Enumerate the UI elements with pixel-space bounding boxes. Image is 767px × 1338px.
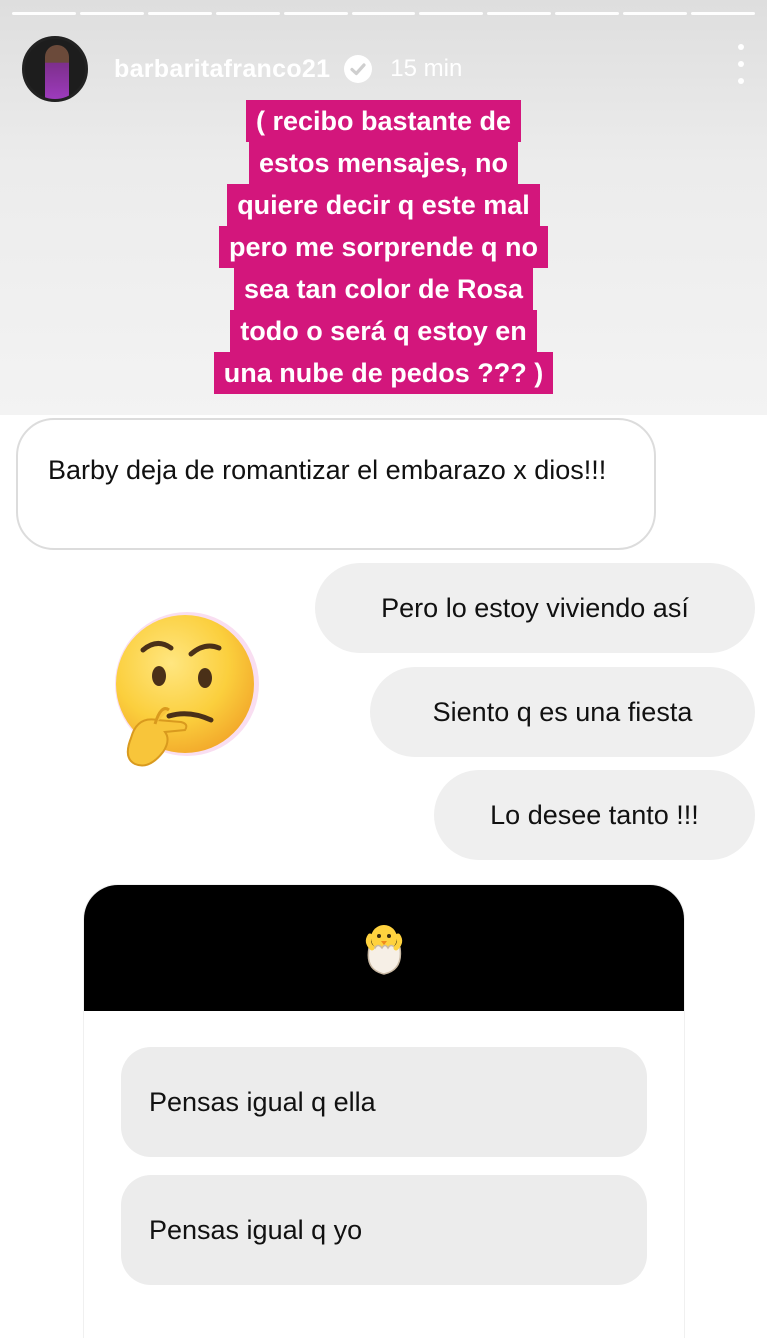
caption-line: sea tan color de Rosa	[233, 268, 534, 310]
progress-segment	[351, 12, 416, 15]
answer-option[interactable]: Pensas igual q yo	[121, 1175, 647, 1285]
username[interactable]: barbaritafranco21	[114, 55, 330, 84]
progress-segment	[623, 12, 688, 15]
more-options-icon[interactable]	[735, 44, 747, 84]
verified-badge-icon	[344, 55, 373, 83]
hatching-chick-icon	[365, 925, 403, 975]
question-sticker-header	[84, 885, 684, 1011]
outgoing-message: Siento q es una fiesta	[370, 667, 755, 757]
story-header: barbaritafranco21 15 min	[22, 34, 747, 104]
story-progress-bar	[12, 12, 755, 16]
avatar[interactable]	[22, 36, 88, 102]
progress-segment	[12, 12, 76, 15]
progress-segment	[283, 12, 348, 15]
progress-segment	[79, 12, 144, 15]
story-caption: ( recibo bastante de estos mensajes, no qu…	[0, 100, 767, 394]
caption-line: ( recibo bastante de	[245, 100, 522, 142]
incoming-message: Barby deja de romantizar el embarazo x d…	[16, 418, 656, 550]
answer-option[interactable]: Pensas igual q ella	[121, 1047, 647, 1157]
caption-line: estos mensajes, no	[248, 142, 519, 184]
progress-segment	[691, 12, 755, 15]
thinking-face-icon	[115, 612, 259, 767]
progress-segment	[487, 12, 552, 15]
time-ago: 15 min	[390, 55, 463, 82]
caption-line: pero me sorprende q no	[218, 226, 549, 268]
progress-segment	[147, 12, 212, 15]
outgoing-message: Lo desee tanto !!!	[434, 770, 755, 860]
caption-line: todo o será q estoy en	[230, 310, 537, 352]
outgoing-message: Pero lo estoy viviendo así	[315, 563, 755, 653]
progress-segment	[215, 12, 280, 15]
caption-line: quiere decir q este mal	[227, 184, 540, 226]
progress-segment	[555, 12, 620, 15]
progress-segment	[419, 12, 484, 15]
question-sticker[interactable]: Pensas igual q ella Pensas igual q yo	[84, 885, 684, 1338]
caption-line: una nube de pedos ??? )	[213, 352, 554, 394]
